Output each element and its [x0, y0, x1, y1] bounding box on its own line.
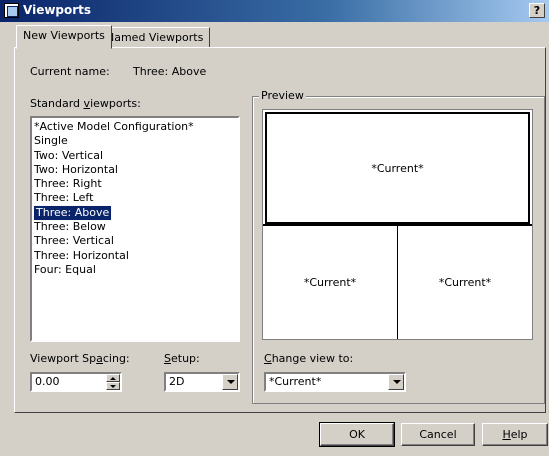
viewport-label: *Current* [303, 276, 357, 289]
list-item[interactable]: Single [32, 134, 238, 148]
tab-named-viewports[interactable]: Named Viewports [99, 27, 211, 48]
viewport-spacing-label: Viewport Spacing: [30, 352, 130, 365]
spacing-spinner[interactable] [106, 374, 120, 390]
change-view-dropdown[interactable]: *Current* [264, 372, 406, 392]
standard-viewports-label: Standard viewports: [30, 97, 141, 110]
viewport-top[interactable]: *Current* [265, 112, 530, 224]
tab-new-viewports[interactable]: New Viewports [16, 25, 112, 49]
viewport-label: *Current* [371, 161, 424, 175]
preview-label: Preview [259, 89, 306, 102]
viewport-spacing-input[interactable]: 0.00 [30, 372, 122, 392]
cancel-button[interactable]: Cancel [401, 423, 475, 446]
title-bar[interactable]: Viewports ? [0, 0, 549, 22]
viewport-spacing-value: 0.00 [35, 375, 60, 388]
list-item[interactable]: Three: Below [32, 220, 238, 234]
setup-dropdown[interactable]: 2D [164, 372, 240, 392]
spin-up-icon[interactable] [106, 374, 120, 382]
list-item[interactable]: Three: Vertical [32, 234, 238, 248]
chevron-down-icon[interactable] [222, 374, 238, 390]
current-name-value: Three: Above [133, 65, 207, 78]
list-item[interactable]: Three: Left [32, 191, 238, 205]
viewport-bottom-left[interactable]: *Current* [263, 224, 398, 339]
current-name-label: Current name: [30, 65, 110, 78]
window-title: Viewports [23, 3, 92, 17]
ok-button[interactable]: OK [319, 422, 395, 447]
list-item[interactable]: *Active Model Configuration* [32, 120, 238, 134]
list-item-selected[interactable]: Three: Above [32, 204, 238, 222]
list-item[interactable]: Three: Right [32, 177, 238, 191]
change-view-label: Change view to: [264, 352, 354, 365]
viewport-bottom-right[interactable]: *Current* [397, 224, 532, 339]
context-help-button[interactable]: ? [529, 3, 545, 18]
list-item[interactable]: Four: Equal [32, 263, 238, 277]
list-item[interactable]: Two: Horizontal [32, 163, 238, 177]
spin-down-icon[interactable] [106, 382, 120, 390]
standard-viewports-list[interactable]: *Active Model Configuration* Single Two:… [30, 116, 240, 342]
setup-value: 2D [169, 375, 185, 388]
list-item[interactable]: Three: Horizontal [32, 249, 238, 263]
help-button[interactable]: Help [482, 423, 548, 446]
app-icon [4, 3, 19, 18]
list-item[interactable]: Two: Vertical [32, 149, 238, 163]
viewport-label: *Current* [438, 276, 492, 289]
change-view-value: *Current* [269, 375, 322, 388]
chevron-down-icon[interactable] [388, 374, 404, 390]
setup-label: Setup: [164, 352, 200, 365]
preview-area: *Current* *Current* *Current* [262, 109, 533, 340]
